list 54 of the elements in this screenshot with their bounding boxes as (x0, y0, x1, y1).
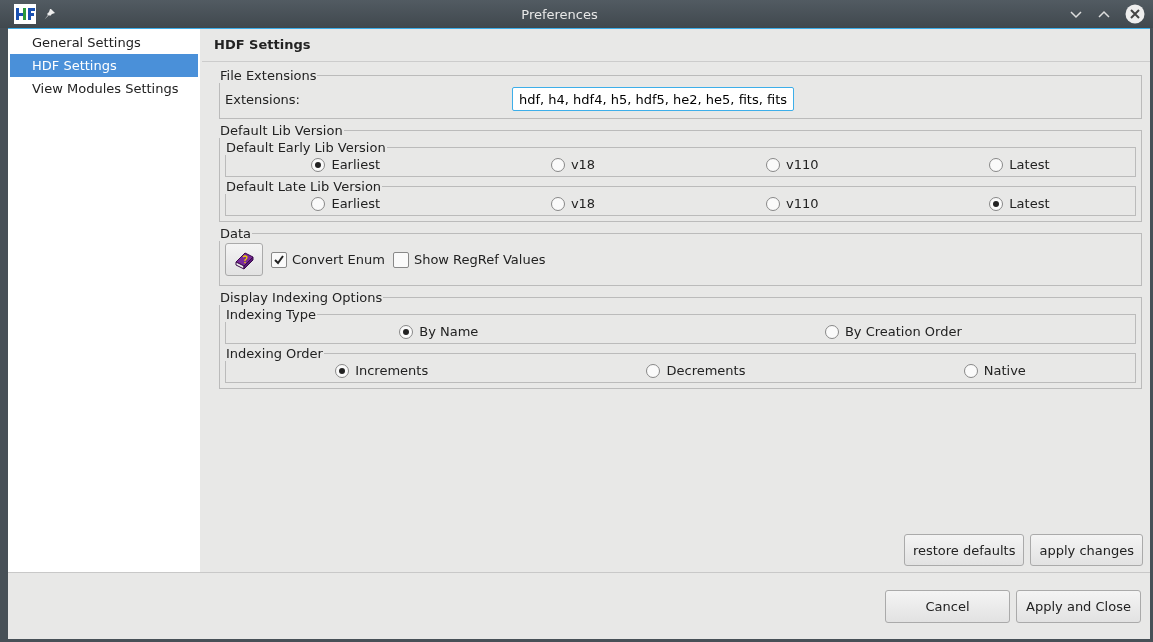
panel-button[interactable]: restore defaults (903, 534, 1025, 566)
window-title: Preferences (520, 6, 599, 22)
radio-label: By Name (419, 324, 479, 339)
app-logo-icon (14, 4, 36, 24)
checkbox-label: Show RegRef Values (413, 252, 546, 267)
radio-button[interactable] (311, 157, 326, 172)
radio-button[interactable] (311, 196, 326, 211)
group-title: Indexing Type (225, 307, 317, 322)
radio-label: By Creation Order (844, 324, 962, 339)
group-title: Data (219, 226, 253, 241)
pin-icon[interactable] (44, 8, 56, 20)
radio-label: Earliest (331, 196, 381, 211)
radio-button[interactable] (550, 196, 565, 211)
radio-label: Earliest (331, 157, 381, 172)
sidebar-item[interactable]: General Settings (10, 31, 198, 54)
radio-button[interactable] (335, 363, 350, 378)
radio-button[interactable] (989, 157, 1004, 172)
radio-button[interactable] (550, 157, 565, 172)
radio-label: v110 (786, 196, 819, 211)
help-book-button[interactable] (225, 243, 263, 276)
checkbox[interactable] (271, 251, 287, 268)
radio-button[interactable] (766, 157, 780, 172)
group-title: Display Indexing Options (219, 290, 384, 305)
radio-label: Latest (1009, 157, 1050, 172)
group-title: Default Early Lib Version (225, 140, 387, 155)
radio-label: Latest (1009, 196, 1050, 211)
radio-label: v18 (570, 157, 596, 172)
group-title: File Extensions (219, 68, 318, 83)
panel-title: HDF Settings (202, 29, 1150, 62)
radio-label: v18 (570, 196, 596, 211)
extensions-field[interactable]: hdf, h4, hdf4, h5, hdf5, he2, he5, fits, fits (512, 87, 794, 111)
radio-label: Decrements (666, 363, 746, 378)
checkbox-label: Convert Enum (292, 252, 385, 267)
extensions-label: Extensions: (225, 91, 300, 107)
checkbox[interactable] (392, 251, 409, 268)
radio-button[interactable] (766, 196, 780, 211)
radio-button[interactable] (989, 196, 1004, 211)
group-title: Default Late Lib Version (225, 179, 383, 194)
maximize-chevron-icon[interactable] (1097, 9, 1111, 19)
close-icon[interactable] (1125, 4, 1145, 24)
radio-button[interactable] (963, 363, 978, 378)
group-title: Default Lib Version (219, 123, 344, 138)
dialog-button[interactable]: Apply and Close (1016, 589, 1141, 623)
radio-label: Increments (355, 363, 429, 378)
radio-label: Native (983, 363, 1026, 378)
dialog-button[interactable]: Cancel (885, 589, 1010, 623)
group-title: Indexing Order (225, 346, 324, 361)
radio-button[interactable] (399, 324, 414, 339)
minimize-chevron-icon[interactable] (1069, 9, 1083, 19)
radio-button[interactable] (646, 363, 661, 378)
sidebar-item[interactable]: View Modules Settings (10, 77, 198, 100)
radio-label: v110 (786, 157, 819, 172)
panel-button[interactable]: apply changes (1030, 534, 1143, 566)
radio-button[interactable] (824, 324, 839, 339)
